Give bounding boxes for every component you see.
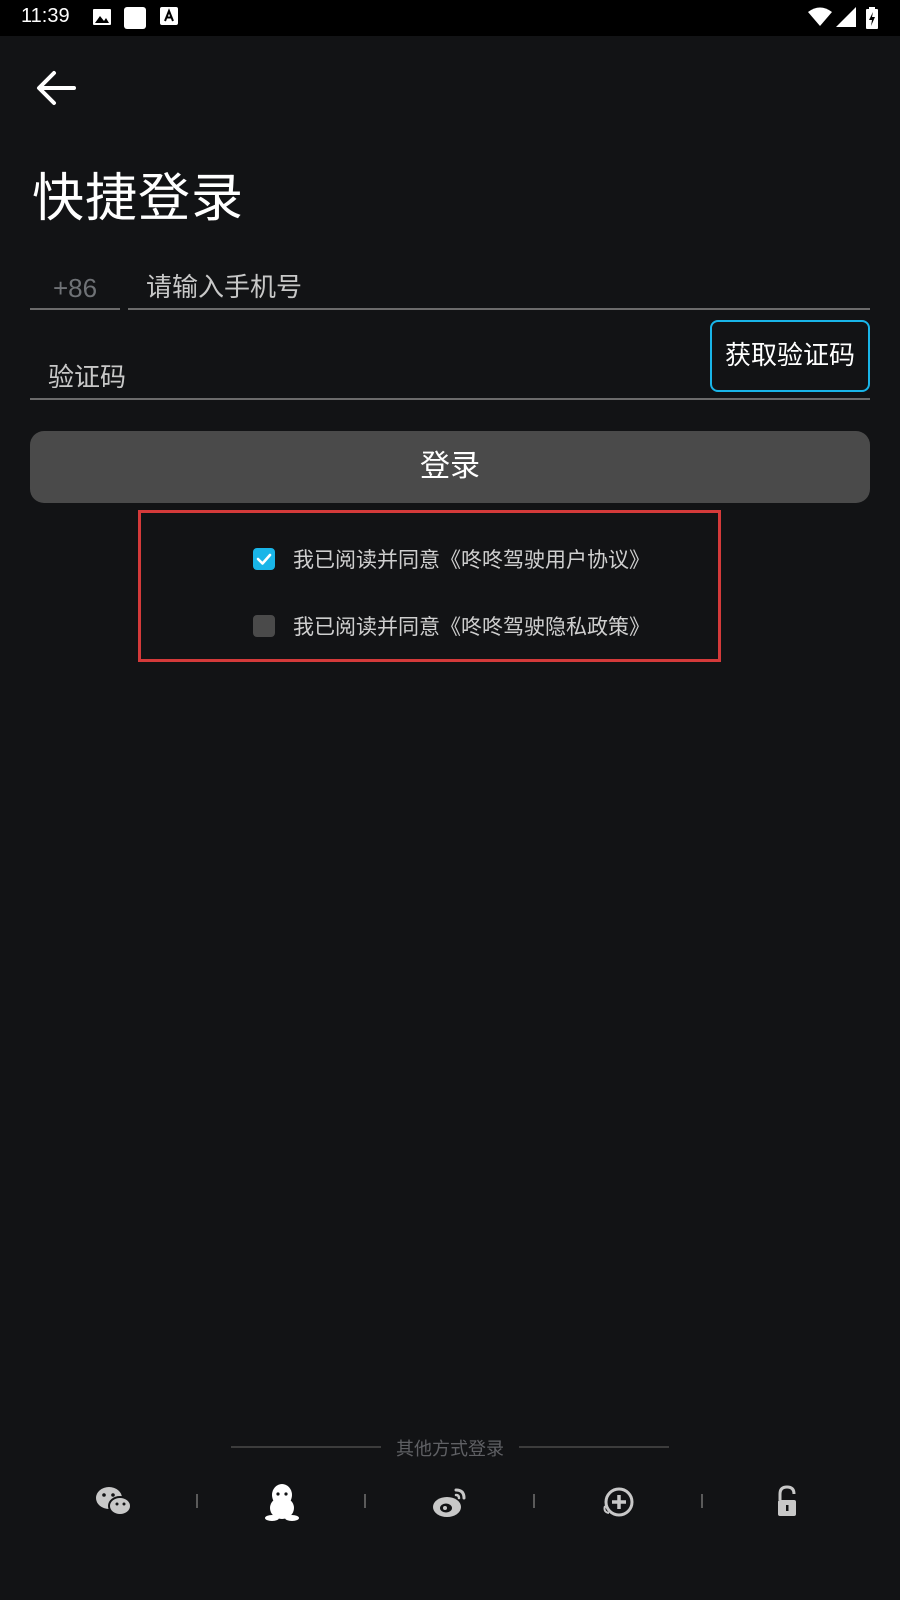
get-code-button[interactable]: 获取验证码: [710, 320, 870, 392]
status-bar: 11:39: [0, 0, 900, 36]
page-title: 快捷登录: [32, 169, 245, 229]
lock-icon: [778, 1485, 796, 1516]
back-button[interactable]: [30, 62, 82, 114]
agreement-privacy-text[interactable]: 我已阅读并同意《咚咚驾驶隐私政策》: [293, 611, 650, 641]
weibo-icon: [433, 1488, 466, 1517]
other-plus-login-button[interactable]: [599, 1482, 639, 1522]
separator: [701, 1494, 703, 1508]
plus-circle-icon: [603, 1487, 634, 1517]
country-code[interactable]: +86: [30, 268, 120, 310]
divider-left: [231, 1446, 381, 1448]
login-button[interactable]: 登录: [30, 431, 870, 503]
checkbox-checked-icon[interactable]: [253, 548, 275, 570]
qq-icon: [265, 1484, 299, 1521]
agreement-user-text[interactable]: 我已阅读并同意《咚咚驾驶用户协议》: [293, 544, 650, 574]
weibo-login-button[interactable]: [430, 1482, 470, 1522]
separator: [364, 1494, 366, 1508]
checkbox-unchecked-icon[interactable]: [253, 615, 275, 637]
qq-login-button[interactable]: [262, 1482, 302, 1522]
phone-input[interactable]: [128, 268, 870, 310]
square-icon: [124, 7, 146, 29]
wifi-icon: [808, 7, 832, 26]
separator: [533, 1494, 535, 1508]
agreement-row-user[interactable]: 我已阅读并同意《咚咚驾驶用户协议》: [253, 545, 650, 573]
separator: [196, 1494, 198, 1508]
arrow-left-icon: [37, 71, 76, 105]
signal-icon: [836, 7, 856, 27]
password-login-button[interactable]: [767, 1482, 807, 1522]
wechat-login-button[interactable]: [94, 1482, 134, 1522]
status-time: 11:39: [21, 5, 70, 27]
agreement-row-privacy[interactable]: 我已阅读并同意《咚咚驾驶隐私政策》: [253, 612, 650, 640]
image-icon: [93, 9, 111, 25]
font-icon: [160, 7, 178, 25]
divider-right: [519, 1446, 669, 1448]
other-login-label: 其他方式登录: [396, 1439, 504, 1460]
wechat-icon: [96, 1487, 132, 1516]
battery-charging-icon: [866, 7, 878, 29]
